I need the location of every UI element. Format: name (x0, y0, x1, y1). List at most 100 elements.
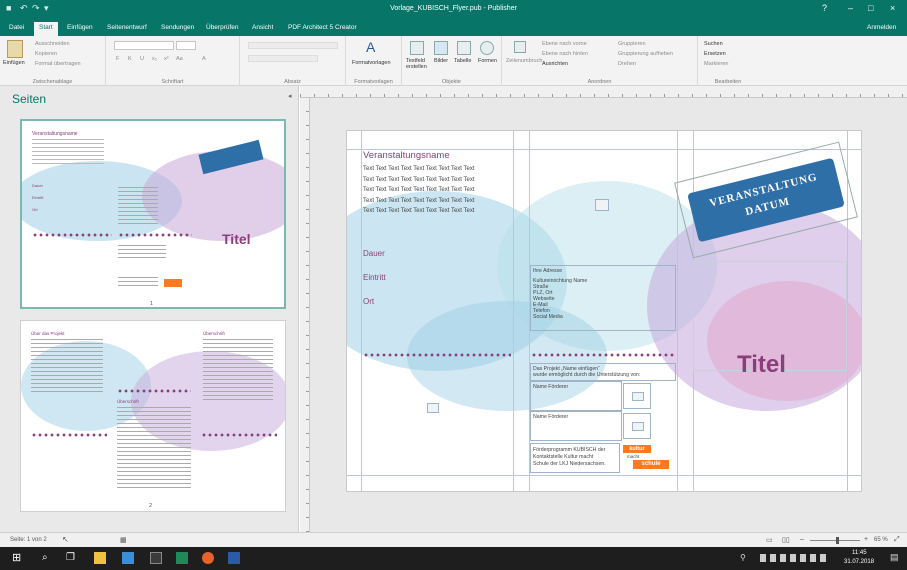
paragraph-align-icons[interactable] (248, 55, 318, 62)
table-icon[interactable] (457, 41, 471, 55)
paragraph-group: Absatz (240, 36, 346, 86)
bring-forward-button[interactable]: Ebene nach vorne (542, 41, 587, 47)
shapes-button[interactable]: Formen (478, 58, 497, 64)
format-painter-button[interactable]: Format übertragen (35, 61, 81, 67)
project-text-box[interactable]: Das Projekt „Name einfügen“ wurde ermögl… (530, 363, 676, 381)
kultur-macht-schule-logo[interactable]: kultur macht schule (621, 444, 677, 472)
page-canvas[interactable]: Veranstaltungsname Text Text Text Text T… (346, 130, 862, 492)
event-name-heading[interactable]: Veranstaltungsname (363, 150, 450, 161)
layout-icon[interactable]: ▦ (120, 536, 127, 544)
font-color-button[interactable]: A (202, 56, 206, 62)
tab-ansicht[interactable]: Ansicht (247, 22, 278, 36)
replace-button[interactable]: Ersetzen (704, 51, 726, 57)
signin-link[interactable]: Anmelden (862, 22, 901, 36)
tab-ueberpruefen[interactable]: Überprüfen (201, 22, 244, 36)
change-case-button[interactable]: Aa (176, 56, 183, 62)
shapes-icon[interactable] (480, 41, 494, 55)
people-app-icon[interactable] (122, 552, 134, 564)
file-explorer-icon[interactable] (94, 552, 106, 564)
eintritt-label[interactable]: Eintritt (363, 273, 386, 282)
cut-button[interactable]: Ausschneiden (35, 41, 70, 47)
align-button[interactable]: Ausrichten (542, 61, 568, 67)
bold-button[interactable]: F (116, 56, 119, 62)
tab-start[interactable]: Start (34, 22, 58, 36)
group-button[interactable]: Gruppieren (618, 41, 646, 47)
paste-button[interactable]: Einfügen (3, 60, 25, 66)
picture-placeholder-icon[interactable] (595, 199, 609, 211)
task-view-icon[interactable]: ❐ (66, 552, 75, 564)
tab-sendungen[interactable]: Sendungen (156, 22, 199, 36)
send-backward-button[interactable]: Ebene nach hinten (542, 51, 588, 57)
sponsor-box-2[interactable]: Name Förderer (530, 411, 622, 441)
underline-button[interactable]: U (140, 56, 144, 62)
zoom-out-icon[interactable]: – (800, 536, 804, 543)
ort-label[interactable]: Ort (363, 297, 374, 306)
textfield-icon[interactable] (410, 41, 424, 55)
wrap-button[interactable]: Zeilenumbruch (506, 58, 542, 64)
body-text-block[interactable]: Text Text Text Text Text Text Text Text … (363, 164, 475, 217)
tab-datei[interactable]: Datei (4, 22, 29, 36)
picture-placeholder-icon[interactable] (427, 403, 439, 413)
page-thumbnail-2[interactable]: Über das Projekt Überschrift Überschrift… (20, 320, 286, 512)
search-icon[interactable]: ⌕ (42, 552, 48, 564)
sponsor-box-1[interactable]: Name Förderer (530, 381, 622, 411)
italic-button[interactable]: K (128, 56, 132, 62)
zoom-slider[interactable] (810, 540, 860, 541)
close-button[interactable]: × (890, 3, 895, 13)
zoom-slider-handle[interactable] (836, 537, 839, 544)
tab-einfuegen[interactable]: Einfügen (62, 22, 98, 36)
clock-date[interactable]: 31.07.2018 (844, 559, 874, 565)
pictures-button[interactable]: Bilder (434, 58, 448, 64)
superscript-button[interactable]: x² (164, 56, 169, 62)
minimize-button[interactable]: – (848, 3, 853, 13)
help-button[interactable]: ? (822, 3, 827, 13)
body-text-line-4: Text Text Text Text Text Text Text Text … (363, 197, 475, 204)
fit-page-icon[interactable]: ⤢ (894, 536, 900, 544)
two-page-view-icon[interactable]: ▯▯ (782, 536, 790, 544)
picture-placeholder-icon (632, 392, 644, 401)
ungroup-button[interactable]: Gruppierung aufheben (618, 51, 673, 57)
tray-people-icon[interactable]: ⚲ (740, 553, 746, 562)
publisher-taskbar-icon[interactable] (176, 552, 188, 564)
firefox-icon[interactable] (202, 552, 214, 564)
font-size-input[interactable] (176, 41, 196, 50)
page-indicator[interactable]: Seite: 1 von 2 (10, 537, 47, 543)
zoom-in-icon[interactable]: + (864, 536, 868, 543)
paragraph-list-icons[interactable] (248, 42, 338, 49)
tab-seitenentwurf[interactable]: Seitenentwurf (102, 22, 152, 36)
windows-start-icon[interactable]: ⊞ (12, 552, 21, 564)
clock-time[interactable]: 11:45 (852, 550, 867, 556)
sponsor-logo-1[interactable] (623, 383, 651, 409)
app-icon[interactable] (150, 552, 162, 564)
find-button[interactable]: Suchen (704, 41, 723, 47)
styles-icon[interactable]: A (366, 40, 380, 54)
address-box[interactable]: Ihre Adresse Kultureinrichtung Name Stra… (530, 265, 676, 331)
tab-pdf-architect[interactable]: PDF Architect 5 Creator (283, 22, 362, 36)
word-icon[interactable] (228, 552, 240, 564)
dauer-label[interactable]: Dauer (363, 249, 385, 258)
program-text-box[interactable]: Förderprogramm KUBISCH der Kontaktstelle… (530, 443, 620, 473)
pictures-icon[interactable] (434, 41, 448, 55)
page-thumbnail-1[interactable]: Veranstaltungsname Dauer Eintritt Ort Ti… (20, 119, 286, 309)
paste-icon[interactable] (7, 40, 23, 58)
flyer-title[interactable]: Titel (737, 351, 786, 379)
pane-collapse-icon[interactable]: ◂ (288, 92, 292, 100)
rotate-button[interactable]: Drehen (618, 61, 636, 67)
system-tray-icons[interactable] (760, 554, 830, 562)
horizontal-ruler[interactable] (300, 86, 907, 98)
single-page-view-icon[interactable]: ▭ (766, 536, 773, 544)
notification-icon[interactable]: ▤ (890, 552, 899, 563)
subscript-button[interactable]: x₂ (152, 56, 157, 62)
sponsor-logo-2[interactable] (623, 413, 651, 439)
vertical-ruler[interactable] (300, 98, 310, 532)
select-button[interactable]: Markieren (704, 61, 728, 67)
font-name-input[interactable] (114, 41, 174, 50)
zoom-level[interactable]: 65 % (874, 537, 888, 543)
styles-button[interactable]: Formatvorlagen (352, 60, 391, 66)
maximize-button[interactable]: □ (868, 3, 873, 13)
body-text-line-1: Text Text Text Text Text Text Text Text … (363, 166, 475, 172)
copy-button[interactable]: Kopieren (35, 51, 57, 57)
textfield-button[interactable]: Textfeld erstellen (406, 58, 432, 70)
table-button[interactable]: Tabelle (454, 58, 471, 64)
wrap-icon[interactable] (514, 41, 526, 53)
